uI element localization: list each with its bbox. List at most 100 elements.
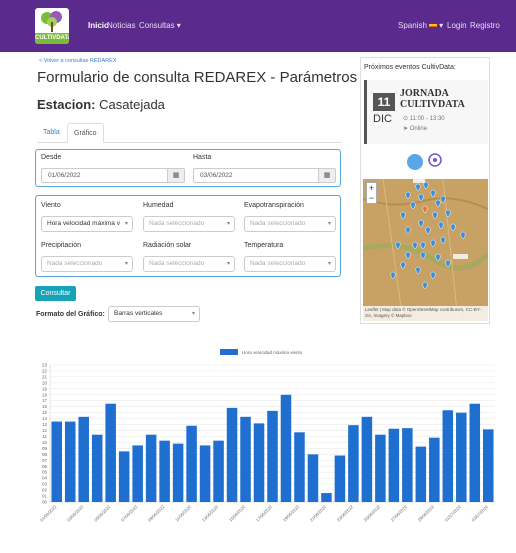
chart-bar <box>348 425 359 502</box>
chart-format-select[interactable]: Barras verticales ▾ <box>108 306 200 322</box>
chart-bar <box>267 410 278 502</box>
nav-link-consultas[interactable]: Consultas ▾ <box>139 21 181 30</box>
y-tick-label: 08 <box>42 452 48 457</box>
y-tick-label: 14 <box>42 416 48 421</box>
zoom-out-button[interactable]: − <box>367 193 376 203</box>
x-tick-label: 19/06/2022 <box>282 504 301 523</box>
temperature-select[interactable]: Nada seleccionado ▾ <box>244 256 336 272</box>
consult-button[interactable]: Consultar <box>35 286 76 301</box>
temperature-label: Temperatura <box>244 242 284 249</box>
humidity-select[interactable]: Nada seleccionado ▾ <box>143 216 235 232</box>
evapotranspiration-select-value: Nada seleccionado <box>250 220 306 227</box>
chart-bar <box>442 410 454 502</box>
chart-bar <box>64 421 76 502</box>
map-zoom-control[interactable]: + − <box>366 182 377 204</box>
y-tick-label: 19 <box>42 386 48 391</box>
event-card[interactable]: 11 DIC JORNADA CULTIVDATA ⊙ 11:00 - 13:30… <box>364 80 488 144</box>
temperature-select-value: Nada seleccionado <box>250 260 306 267</box>
event-name: JORNADA CULTIVDATA <box>400 88 465 110</box>
from-label: Desde <box>41 154 62 161</box>
x-tick-label: 21/06/2022 <box>309 504 328 523</box>
chart-bar <box>280 394 292 502</box>
cultivdata-logo[interactable]: CULTIVDATA <box>35 8 69 44</box>
y-tick-label: 17 <box>42 398 48 403</box>
y-tick-label: 09 <box>42 446 48 451</box>
events-title: Próximos eventos CultivData: <box>364 64 456 71</box>
x-tick-label: 03/07/2022 <box>471 504 490 523</box>
chart-bar <box>118 451 130 502</box>
event-place: ➤ Online <box>403 125 427 132</box>
solar-radiation-select[interactable]: Nada seleccionado ▾ <box>143 256 235 272</box>
chevron-down-icon: ▾ <box>124 261 128 267</box>
from-date-input[interactable]: 01/06/2022 <box>41 168 169 183</box>
y-tick-label: 22 <box>42 368 48 373</box>
x-tick-label: 09/06/2022 <box>147 504 166 523</box>
nav-link-inicio[interactable]: Inicio <box>88 21 109 30</box>
precipitation-select[interactable]: Nada seleccionado ▾ <box>41 256 133 272</box>
nav-link-noticias[interactable]: Noticias <box>107 21 135 30</box>
back-link[interactable]: < Volver a consultas REDAREX <box>39 58 117 64</box>
chart-bar <box>321 493 332 502</box>
x-tick-label: 27/06/2022 <box>390 504 409 523</box>
map-canvas[interactable] <box>363 179 488 321</box>
humidity-select-value: Nada seleccionado <box>149 220 205 227</box>
y-tick-label: 10 <box>42 440 48 445</box>
wind-select[interactable]: Hora velocidad máxima v ▾ <box>41 216 133 232</box>
event-time: ⊙ 11:00 - 13:30 <box>403 115 445 122</box>
y-tick-label: 02 <box>42 488 48 493</box>
chart-bar <box>132 445 143 502</box>
wind-select-value: Hora velocidad máxima v <box>47 220 120 227</box>
precipitation-select-value: Nada seleccionado <box>47 260 103 267</box>
chevron-down-icon: ▾ <box>327 261 331 267</box>
tab-grafico[interactable]: Gráfico <box>67 123 104 143</box>
x-tick-label: 01/07/2022 <box>444 504 463 523</box>
chevron-down-icon: ▾ <box>439 21 444 30</box>
to-calendar-icon[interactable]: ▦ <box>318 168 336 183</box>
x-tick-label: 23/06/2022 <box>336 504 355 523</box>
x-tick-label: 17/06/2022 <box>255 504 274 523</box>
wind-chart: Hora velocidad máxima viento000102030405… <box>39 349 495 523</box>
tab-tabla[interactable]: Tabla <box>37 123 66 143</box>
chart-bar <box>145 434 157 502</box>
y-tick-label: 20 <box>42 380 48 385</box>
tree-logo-icon <box>41 11 62 32</box>
chart-bar <box>415 446 427 502</box>
parameters-panel: Viento Hora velocidad máxima v ▾ Humedad … <box>35 195 341 277</box>
chart-bar <box>402 428 413 502</box>
chart-bar <box>307 454 319 502</box>
x-tick-label: 11/06/2022 <box>174 504 193 523</box>
station-heading: Estacion: Casatejada <box>37 97 165 112</box>
from-calendar-icon[interactable]: ▦ <box>167 168 185 183</box>
x-tick-label: 03/06/2022 <box>66 504 85 523</box>
chart-bar <box>186 425 197 502</box>
x-tick-label: 01/06/2022 <box>39 504 58 523</box>
to-label: Hasta <box>193 154 212 161</box>
register-link[interactable]: Registro <box>470 21 500 30</box>
navbar: CULTIVDATA Inicio Noticias Consultas ▾ S… <box>0 0 516 52</box>
chevron-down-icon: ▾ <box>124 221 128 227</box>
to-date-input[interactable]: 03/06/2022 <box>193 168 321 183</box>
evapotranspiration-select[interactable]: Nada seleccionado ▾ <box>244 216 336 232</box>
x-tick-label: 13/06/2022 <box>201 504 220 523</box>
chart-bar <box>388 428 400 502</box>
y-tick-label: 06 <box>42 464 48 469</box>
stations-map[interactable]: + − Leaflet | Map data © OpenStreetMap co… <box>363 179 488 321</box>
page-title: Formulario de consulta REDAREX - Parámet… <box>37 69 358 86</box>
chart-format-label: Formato del Gráfico: <box>36 311 105 318</box>
login-link[interactable]: Login <box>447 21 467 30</box>
chart-bar <box>429 437 440 502</box>
y-tick-label: 04 <box>42 476 48 481</box>
event-time-text: 11:00 - 13:30 <box>409 116 445 122</box>
language-dropdown[interactable]: Spanish ▾ <box>398 21 443 30</box>
event-month: DIC <box>373 113 392 125</box>
y-tick-label: 15 <box>42 410 48 415</box>
legend-swatch <box>220 349 238 355</box>
chart-bar <box>240 416 251 502</box>
chart-bar <box>159 440 170 502</box>
logo-wordmark: CULTIVDATA <box>35 33 69 44</box>
solar-radiation-label: Radiación solar <box>143 242 192 249</box>
zoom-in-button[interactable]: + <box>367 183 376 193</box>
chart-bar <box>253 423 265 502</box>
x-tick-label: 05/06/2022 <box>93 504 112 523</box>
x-tick-label: 07/06/2022 <box>120 504 139 523</box>
